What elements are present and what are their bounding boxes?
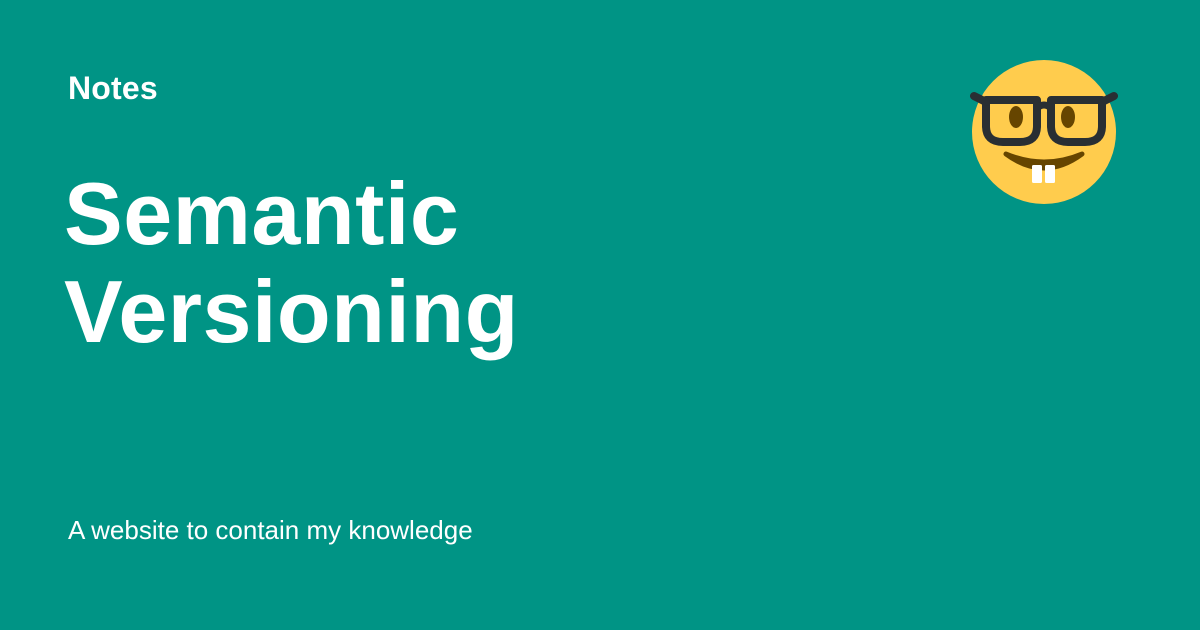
page-title: Semantic Versioning: [64, 165, 764, 361]
page-title-line-2: Versioning: [64, 262, 519, 361]
social-card: Notes Semantic Versioning A website to c…: [0, 0, 1200, 630]
site-tagline: A website to contain my knowledge: [68, 515, 473, 545]
site-name: Notes: [68, 70, 158, 106]
nerd-face-icon: [970, 58, 1118, 206]
page-title-line-1: Semantic: [64, 164, 460, 263]
